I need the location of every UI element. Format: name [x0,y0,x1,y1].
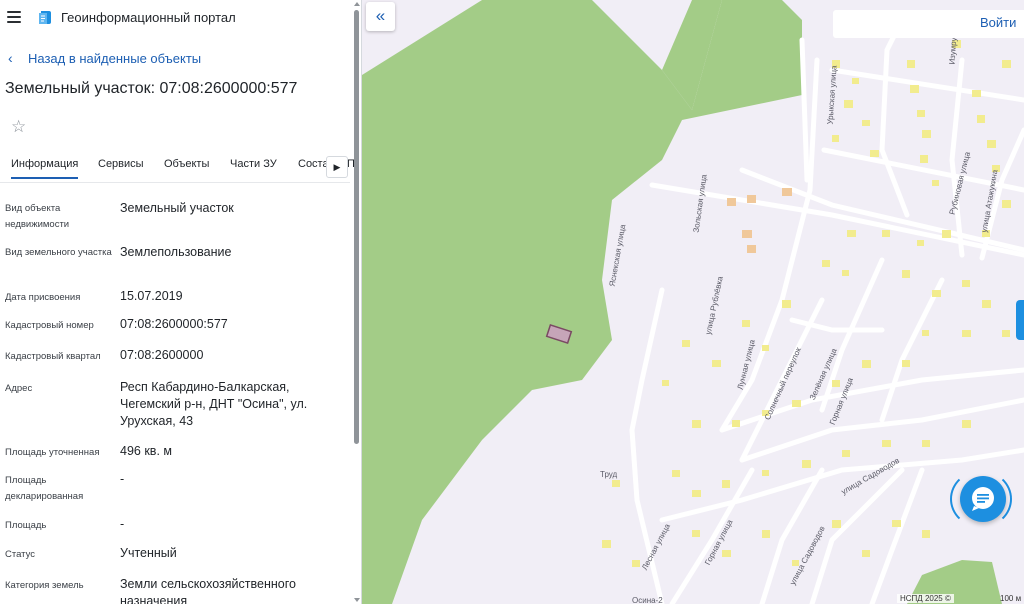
tab-composition[interactable]: Соста [298,158,329,170]
chat-button[interactable] [960,476,1006,522]
chat-bubble-icon [972,487,994,511]
object-info-panel: Геоинформационный портал ‹ Назад в найде… [0,0,362,604]
app-title: Геоинформационный портал [61,10,236,25]
attr-value: 07:08:2600000 [120,348,204,362]
attr-label: Площадь уточненная [5,447,100,458]
attr-label: Статус [5,549,36,560]
star-outline-icon[interactable]: ☆ [11,117,26,137]
attr-value: 07:08:2600000:577 [120,317,228,331]
side-tool-tab[interactable] [1016,300,1024,340]
scroll-up-arrow-icon[interactable] [353,0,361,8]
chevron-right-icon[interactable]: ▶ [326,156,348,178]
attr-label: Дата присвоения [5,292,81,303]
panel-scrollbar-thumb[interactable] [354,10,359,444]
attr-value: - [120,472,125,486]
attr-label: Вид объекта недвижимости [5,203,70,230]
tab-information[interactable]: Информация [11,158,79,179]
attr-value: Учтенный [120,546,177,560]
attr-value: 15.07.2019 [120,289,183,303]
tab-services[interactable]: Сервисы [98,158,144,170]
back-link-label: Назад в найденные объекты [28,50,202,66]
map-view[interactable]: Изумрудная Урыкская улица Зольская улица… [362,0,1024,604]
scroll-down-arrow-icon[interactable] [353,596,361,604]
login-button[interactable]: Войти [980,15,1016,30]
attr-value: Респ Кабардино-Балкарская, Чегемский р-н… [120,380,308,428]
attr-label: Площадь декларированная [5,475,84,502]
map-copyright: НСПД 2025 © [897,594,954,603]
attr-value: Земли сельскохозяйственного назначения [120,577,296,604]
map-canvas[interactable] [362,0,1024,604]
tab-objects[interactable]: Объекты [164,158,209,170]
tab-parcel-parts[interactable]: Части ЗУ [230,158,277,170]
attr-value: 496 кв. м [120,444,172,458]
attr-label: Кадастровый номер [5,320,94,331]
attr-value: Земельный участок [120,201,234,215]
chevron-left-icon: ‹ [8,50,13,66]
portal-logo-icon [39,11,51,24]
attr-label: Кадастровый квартал [5,351,101,362]
tabs-divider [0,182,350,183]
place-label: Осина-2 [632,596,663,604]
map-scale: 100 м [1000,594,1022,603]
attr-value: - [120,517,125,531]
double-chevron-left-icon[interactable]: « [366,2,395,31]
attr-label: Площадь [5,520,47,531]
back-to-results-link[interactable]: ‹ Назад в найденные объекты [8,50,201,66]
place-label: Труд [600,470,618,479]
object-title: Земельный участок: 07:08:2600000:577 [5,80,298,97]
attr-label: Адрес [5,383,33,394]
attr-label: Вид земельного участка [5,247,112,258]
attr-label: Категория земель [5,580,84,591]
attr-value: Землепользование [120,245,232,259]
hamburger-icon[interactable] [7,11,21,23]
panel-header: Геоинформационный портал [0,0,350,36]
object-tabs: Информация Сервисы Объекты Части ЗУ Сост… [0,150,355,183]
